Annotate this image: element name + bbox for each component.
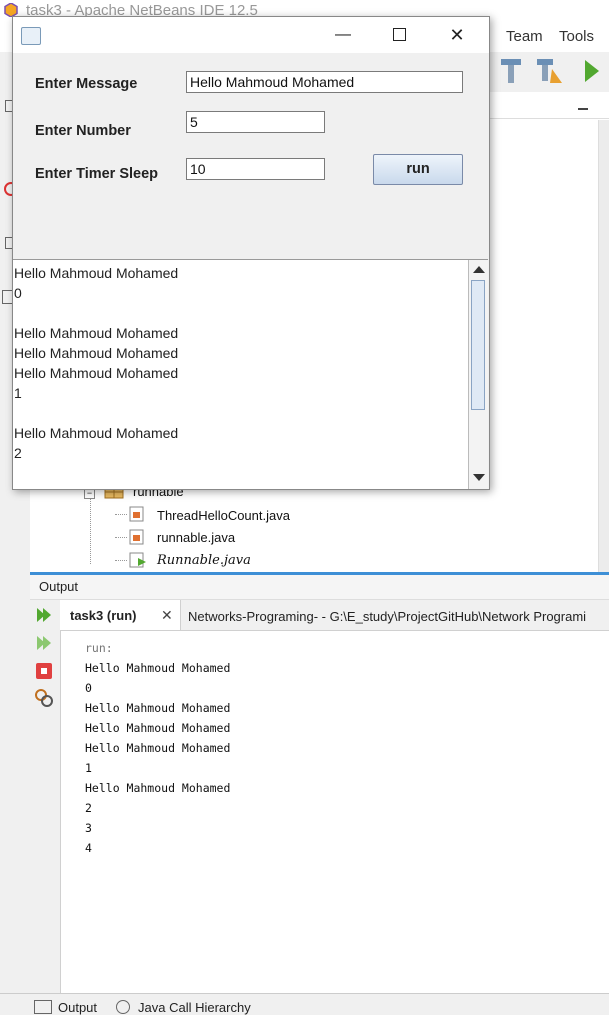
timer-sleep-input[interactable] [186, 158, 325, 180]
output-window-icon [34, 1000, 52, 1014]
scroll-down-arrow-icon[interactable] [473, 474, 485, 481]
build-hammer-icon[interactable] [498, 57, 524, 85]
tree-connector [115, 537, 127, 539]
tree-file-runnable[interactable]: runnable.java [157, 530, 235, 545]
tree-connector [115, 560, 127, 562]
output-line: Hello Mahmoud Mohamed [85, 701, 231, 715]
java-main-file-icon [129, 552, 146, 568]
timer-sleep-label: Enter Timer Sleep [35, 166, 159, 182]
textarea-line: Hello Mahmoud Mohamed [14, 265, 179, 281]
textarea-line: 0 [14, 285, 22, 301]
output-line: 3 [85, 821, 92, 835]
textarea-line: Hello Mahmoud Mohamed [14, 425, 179, 441]
settings-icon[interactable] [34, 688, 54, 708]
project-panel-header [490, 92, 609, 119]
minimize-panel-icon[interactable] [578, 108, 588, 110]
bottom-tab-output[interactable]: Output [58, 1000, 97, 1015]
tab-task3-run-label: task3 (run) [70, 608, 137, 623]
output-console-text: run: Hello Mahmoud Mohamed 0 Hello Mahmoud … [85, 638, 230, 858]
rerun-with-options-icon[interactable] [35, 634, 53, 652]
output-textarea-text: Hello Mahmoud Mohamed 0 Hello Mahmoud Moh… [14, 263, 178, 463]
tree-connector [115, 514, 127, 516]
bottom-tab-java-call-hierarchy[interactable]: Java Call Hierarchy [138, 1000, 251, 1015]
message-input[interactable] [186, 71, 463, 93]
output-line: 0 [85, 681, 92, 695]
call-hierarchy-icon [116, 1000, 130, 1014]
number-input[interactable] [186, 111, 325, 133]
rerun-icon[interactable] [35, 606, 53, 624]
minimize-button[interactable]: — [323, 23, 363, 47]
output-textarea[interactable]: Hello Mahmoud Mohamed 0 Hello Mahmoud Moh… [13, 259, 488, 489]
toolbar [490, 52, 609, 92]
menu-tools[interactable]: Tools [559, 28, 594, 45]
textarea-line: 1 [14, 385, 22, 401]
project-scrollbar[interactable] [598, 120, 609, 572]
tab-project-path[interactable]: Networks-Programing- - G:\E_study\Projec… [188, 609, 586, 624]
textarea-line [14, 303, 178, 323]
java-file-icon [129, 506, 144, 522]
maximize-button[interactable] [379, 23, 419, 47]
run-button[interactable]: run [373, 154, 463, 185]
minimize-icon: — [335, 26, 351, 43]
output-line: Hello Mahmoud Mohamed [85, 661, 231, 675]
textarea-line: Hello Mahmoud Mohamed [14, 325, 179, 341]
close-icon: ✕ [449, 25, 465, 45]
output-panel-title[interactable]: Output [39, 579, 78, 594]
message-label: Enter Message [35, 76, 138, 92]
close-button[interactable]: ✕ [437, 23, 477, 47]
textarea-line: Hello Mahmoud Mohamed [14, 345, 179, 361]
output-line: Hello Mahmoud Mohamed [85, 781, 231, 795]
dialog-title-bar[interactable]: — ✕ [13, 17, 489, 53]
scroll-up-arrow-icon[interactable] [473, 266, 485, 273]
scrollbar-thumb[interactable] [471, 280, 485, 410]
output-line: Hello Mahmoud Mohamed [85, 721, 231, 735]
textarea-line: 2 [14, 445, 22, 461]
output-line: 1 [85, 761, 92, 775]
output-line: run: [85, 641, 113, 655]
clean-build-icon[interactable] [534, 57, 564, 85]
java-coffee-icon [21, 27, 41, 45]
tree-file-runnable-interface[interactable]: Runnable.java [157, 553, 251, 568]
tree-guide-line [90, 498, 91, 564]
maximize-icon [392, 28, 406, 42]
close-tab-icon[interactable]: ✕ [161, 607, 173, 624]
textarea-line: Hello Mahmoud Mohamed [14, 365, 179, 381]
output-line: Hello Mahmoud Mohamed [85, 741, 231, 755]
tree-file-threadhellocount[interactable]: ThreadHelloCount.java [157, 508, 290, 523]
output-toolbar [30, 600, 61, 1000]
stop-icon[interactable] [35, 662, 53, 680]
output-panel-header [30, 575, 609, 600]
textarea-line [14, 403, 178, 423]
run-project-icon[interactable] [582, 57, 602, 85]
java-file-icon [129, 529, 144, 545]
number-label: Enter Number [35, 123, 131, 139]
netbeans-logo-icon [4, 3, 18, 17]
menu-team[interactable]: Team [506, 28, 543, 45]
output-line: 2 [85, 801, 92, 815]
output-line: 4 [85, 841, 92, 855]
textarea-scrollbar[interactable] [468, 260, 488, 489]
swing-dialog: — ✕ Enter Message Enter Number Enter Tim… [12, 16, 490, 490]
